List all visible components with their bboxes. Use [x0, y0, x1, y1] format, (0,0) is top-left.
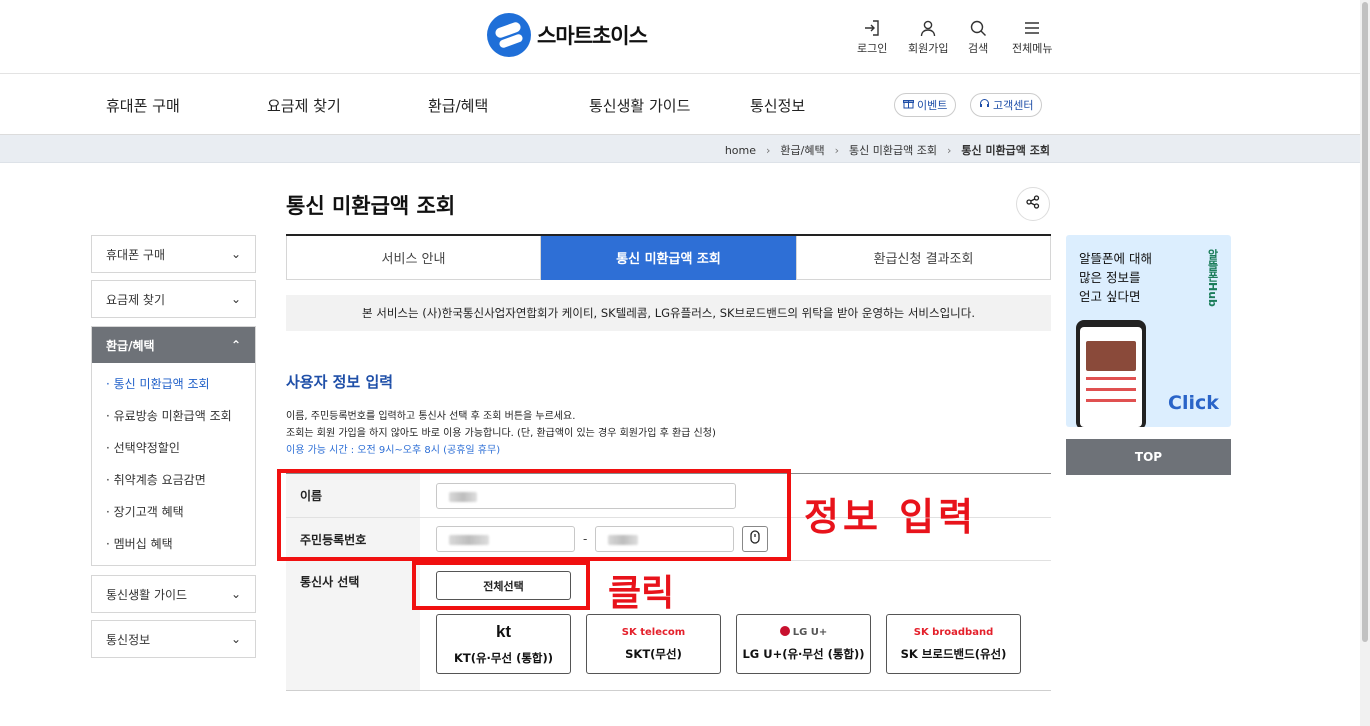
event-label: 이벤트	[917, 99, 948, 112]
gift-icon	[903, 98, 914, 112]
skt-logo: SK telecom	[621, 626, 686, 638]
carrier-name: KT(유·무선 (통합))	[453, 651, 554, 665]
login-label: 로그인	[857, 42, 888, 55]
breadcrumb-current: 통신 미환급액 조회	[961, 144, 1050, 157]
login-icon	[862, 18, 882, 38]
search-label: 검색	[968, 42, 989, 55]
carrier-name: LG U+(유·무선 (통합))	[742, 647, 865, 661]
lnb-group-plan[interactable]: 요금제 찾기 ⌄	[91, 280, 256, 318]
kt-logo: kt	[495, 622, 512, 641]
lnb-group-label: 환급/혜택	[106, 338, 155, 353]
tab-service-info[interactable]: 서비스 안내	[286, 236, 541, 280]
carrier-skt[interactable]: SK telecom SKT(무선)	[586, 614, 721, 674]
lnb-group-label: 휴대폰 구매	[106, 247, 166, 262]
headset-icon	[979, 98, 990, 112]
support-label: 고객센터	[993, 99, 1034, 112]
lgu-logo: LG U+	[779, 626, 827, 638]
lnb-group-guide[interactable]: 통신생활 가이드 ⌄	[91, 575, 256, 613]
chevron-right-icon: ›	[834, 143, 840, 157]
service-hours: 이용 가능 시간 : 오전 9시~오후 8시 (공휴일 휴무)	[286, 445, 501, 456]
gnb-item-info[interactable]: 통신정보	[750, 95, 805, 116]
global-nav: 휴대폰 구매 요금제 찾기 환급/혜택 통신생활 가이드 통신정보 이벤트 고객…	[0, 74, 1360, 135]
instructions: 이름, 주민등록번호를 입력하고 통신사 선택 후 조회 버튼을 누르세요. 조…	[286, 408, 716, 459]
content-tabs: 서비스 안내 통신 미환급액 조회 환급신청 결과조회	[286, 234, 1051, 280]
lnb-group-refund: 환급/혜택 ⌃ · 통신 미환급액 조회 · 유료방송 미환급액 조회 · 선택약…	[91, 326, 256, 566]
breadcrumb-home[interactable]: home	[725, 144, 756, 157]
carrier-lgu[interactable]: LG U+ LG U+(유·무선 (통합))	[736, 614, 871, 674]
breadcrumb-item[interactable]: 통신 미환급액 조회	[849, 142, 937, 158]
tab-refund-result[interactable]: 환급신청 결과조회	[796, 236, 1051, 280]
instruction-line: 조회는 회원 가입을 하지 않아도 바로 이용 가능합니다. (단, 환급액이 …	[286, 428, 716, 439]
chevron-right-icon: ›	[766, 143, 771, 157]
chevron-down-icon: ⌄	[230, 587, 241, 601]
lnb-sub-item[interactable]: · 취약계층 요금감면	[106, 463, 255, 495]
gnb-item-plan[interactable]: 요금제 찾기	[267, 95, 341, 116]
lnb-group-info[interactable]: 통신정보 ⌄	[91, 620, 256, 658]
mvno-hub-banner[interactable]: 알뜰폰에 대해 많은 정보를 얻고 싶다면 알뜰폰Hub Click	[1066, 235, 1231, 427]
lnb-group-label: 통신생활 가이드	[106, 587, 188, 602]
lnb-group-refund-head[interactable]: 환급/혜택 ⌃	[92, 327, 255, 363]
carrier-name: SKT(무선)	[625, 646, 682, 661]
user-icon	[918, 18, 938, 38]
gnb-item-phone[interactable]: 휴대폰 구매	[106, 95, 180, 116]
lnb-sub-item[interactable]: · 유료방송 미환급액 조회	[106, 399, 255, 431]
carrier-name: SK 브로드밴드(유선)	[900, 646, 1007, 661]
share-icon	[1026, 195, 1040, 213]
signup-label: 회원가입	[908, 42, 949, 55]
top-header: 스마트초이스 로그인 회원가입 검색 전체메뉴	[0, 0, 1360, 74]
logo-mark-icon	[487, 13, 531, 57]
all-menu-label: 전체메뉴	[1012, 42, 1053, 55]
carrier-label: 통신사 선택	[286, 561, 420, 690]
top-button[interactable]: TOP	[1066, 439, 1231, 475]
share-button[interactable]	[1016, 187, 1050, 221]
banner-text: 알뜰폰에 대해 많은 정보를 얻고 싶다면	[1079, 251, 1152, 304]
service-notice: 본 서비스는 (사)한국통신사업자연합회가 케이티, SK텔레콤, LG유플러스…	[286, 295, 1051, 331]
gnb-item-guide[interactable]: 통신생활 가이드	[589, 95, 690, 116]
lnb-sub-item[interactable]: · 선택약정할인	[106, 431, 255, 463]
skb-logo: SK broadband	[913, 626, 994, 638]
chevron-down-icon: ⌄	[230, 247, 241, 261]
lnb-sub-item[interactable]: · 장기고객 혜택	[106, 495, 255, 527]
support-button[interactable]: 고객센터	[970, 93, 1043, 117]
menu-icon	[1022, 18, 1042, 38]
banner-brand: 알뜰폰Hub	[1206, 249, 1219, 307]
info-input-highlight	[277, 469, 791, 561]
instruction-line: 이름, 주민등록번호를 입력하고 통신사 선택 후 조회 버튼을 누르세요.	[286, 411, 576, 422]
lnb-group-label: 요금제 찾기	[106, 292, 166, 307]
event-button[interactable]: 이벤트	[894, 93, 957, 117]
all-menu-link[interactable]: 전체메뉴	[1012, 18, 1052, 56]
phone-screen	[1080, 327, 1142, 427]
lnb-sub-item[interactable]: · 멤버십 혜택	[106, 527, 255, 559]
section-title: 사용자 정보 입력	[286, 373, 394, 391]
tab-refund-lookup[interactable]: 통신 미환급액 조회	[541, 236, 796, 280]
click-highlight	[412, 561, 590, 610]
search-link[interactable]: 검색	[968, 18, 988, 56]
carrier-skb[interactable]: SK broadband SK 브로드밴드(유선)	[886, 614, 1021, 674]
logo-text: 스마트초이스	[537, 24, 648, 48]
chevron-down-icon: ⌄	[230, 632, 241, 646]
banner-click: Click	[1168, 392, 1219, 414]
site-logo[interactable]: 스마트초이스	[487, 13, 648, 57]
signup-link[interactable]: 회원가입	[908, 18, 948, 56]
page-title: 통신 미환급액 조회	[286, 194, 456, 218]
chevron-right-icon: ›	[946, 143, 952, 157]
lnb-sub-item[interactable]: · 통신 미환급액 조회	[106, 367, 255, 399]
login-link[interactable]: 로그인	[857, 18, 887, 56]
carrier-kt[interactable]: kt KT(유·무선 (통합))	[436, 614, 571, 674]
breadcrumb-item[interactable]: 환급/혜택	[780, 142, 824, 158]
click-annotation: 클릭	[608, 573, 675, 614]
breadcrumb: home › 환급/혜택 › 통신 미환급액 조회 › 통신 미환급액 조회	[725, 142, 1050, 158]
search-icon	[968, 18, 988, 38]
chevron-up-icon: ⌃	[230, 338, 241, 352]
scrollbar-thumb[interactable]	[1362, 2, 1368, 642]
breadcrumb-bar: home › 환급/혜택 › 통신 미환급액 조회 › 통신 미환급액 조회	[0, 135, 1360, 163]
info-input-annotation: 정보 입력	[804, 495, 978, 539]
chevron-down-icon: ⌄	[230, 292, 241, 306]
lnb-submenu: · 통신 미환급액 조회 · 유료방송 미환급액 조회 · 선택약정할인 · 취…	[92, 363, 255, 565]
lnb-group-phone[interactable]: 휴대폰 구매 ⌄	[91, 235, 256, 273]
gnb-item-refund[interactable]: 환급/혜택	[428, 95, 488, 116]
page-scrollbar[interactable]	[1360, 0, 1370, 726]
lnb-group-label: 통신정보	[106, 632, 151, 647]
